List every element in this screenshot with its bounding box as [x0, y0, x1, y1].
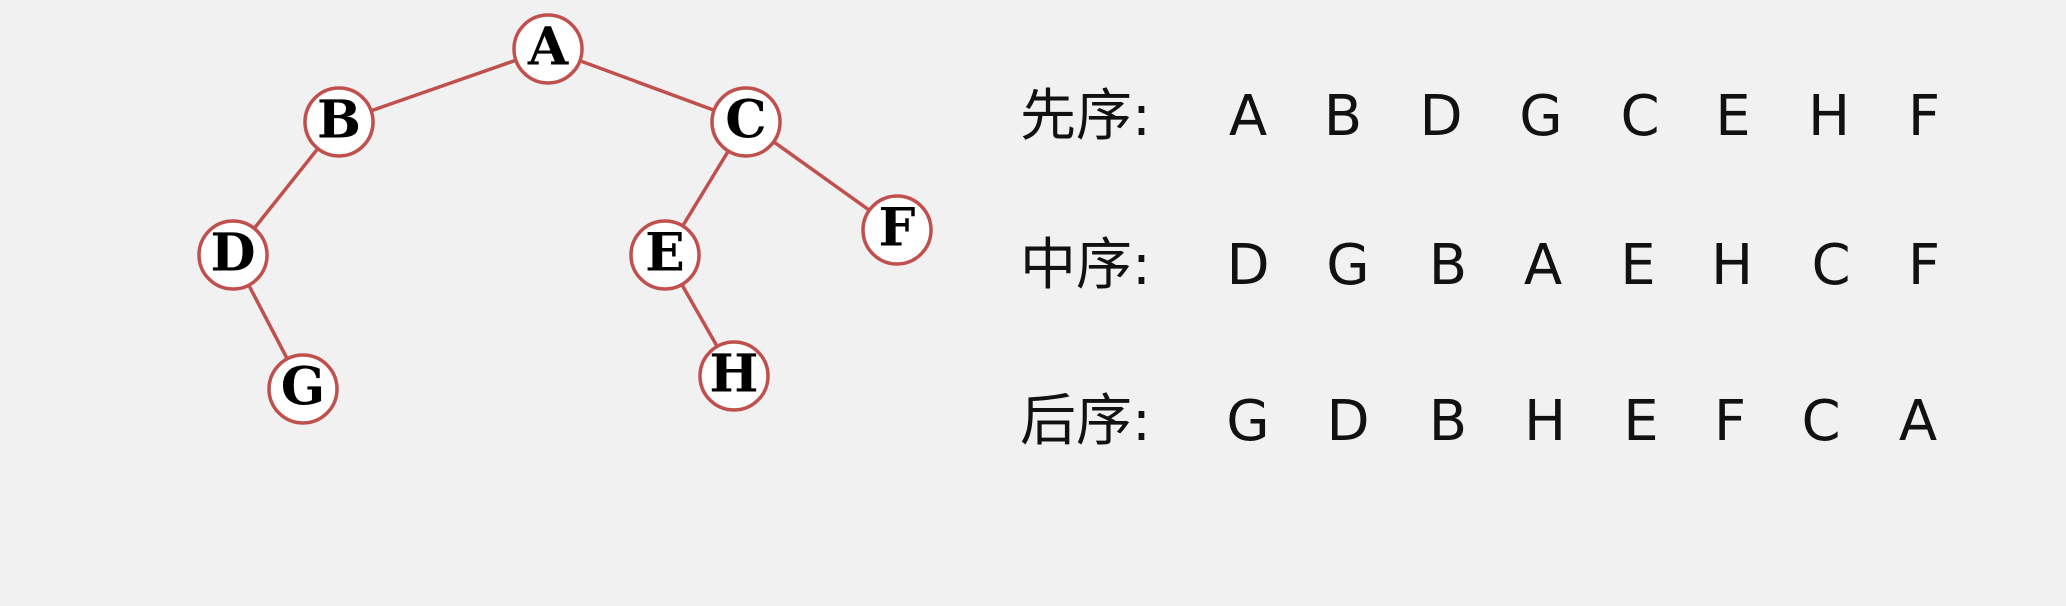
sequence-item: B: [1428, 233, 1468, 298]
sequence-item: B: [1323, 84, 1363, 149]
tree-node-h: H: [698, 340, 770, 412]
node-label: E: [645, 223, 685, 284]
sequence-item: C: [1620, 84, 1660, 149]
sequence-item: A: [1898, 389, 1938, 454]
sequence-item: D: [1226, 233, 1270, 298]
traversal-label: 先序:: [1020, 84, 1151, 149]
traversal-label: 后序:: [1020, 389, 1151, 454]
sequence-item: A: [1523, 233, 1563, 298]
tree-node-e: E: [629, 219, 701, 291]
sequence-item: E: [1715, 84, 1751, 149]
sequence-item: B: [1428, 389, 1468, 454]
sequence-item: A: [1228, 84, 1268, 149]
sequence-item: E: [1623, 389, 1659, 454]
node-label: H: [709, 344, 758, 405]
sequence-item: H: [1523, 389, 1567, 454]
sequence-item: D: [1419, 84, 1463, 149]
sequence-item: F: [1907, 233, 1941, 298]
tree-node-c: C: [710, 86, 782, 158]
tree-node-a: A: [512, 13, 584, 85]
traversal-label: 中序:: [1020, 233, 1151, 298]
node-label: F: [879, 198, 916, 259]
sequence-item: F: [1713, 389, 1747, 454]
sequence-item: G: [1519, 84, 1563, 149]
sequence-item: C: [1811, 233, 1851, 298]
tree-nodes: A B C D E F G H: [197, 13, 933, 425]
tree-node-g: G: [267, 353, 339, 425]
node-label: A: [527, 17, 569, 78]
tree-node-b: B: [303, 86, 375, 158]
sequence-item: C: [1801, 389, 1841, 454]
tree-node-d: D: [197, 219, 269, 291]
node-label: B: [317, 90, 361, 151]
tree-node-f: F: [861, 194, 933, 266]
sequence-item: D: [1326, 389, 1370, 454]
sequence-item: H: [1710, 233, 1754, 298]
node-label: G: [281, 357, 325, 418]
sequence-item: E: [1620, 233, 1656, 298]
sequence-item: F: [1907, 84, 1941, 149]
node-label: D: [210, 223, 255, 284]
node-label: C: [725, 90, 766, 151]
sequence-item: H: [1807, 84, 1851, 149]
sequence-item: G: [1226, 389, 1270, 454]
sequence-item: G: [1326, 233, 1370, 298]
